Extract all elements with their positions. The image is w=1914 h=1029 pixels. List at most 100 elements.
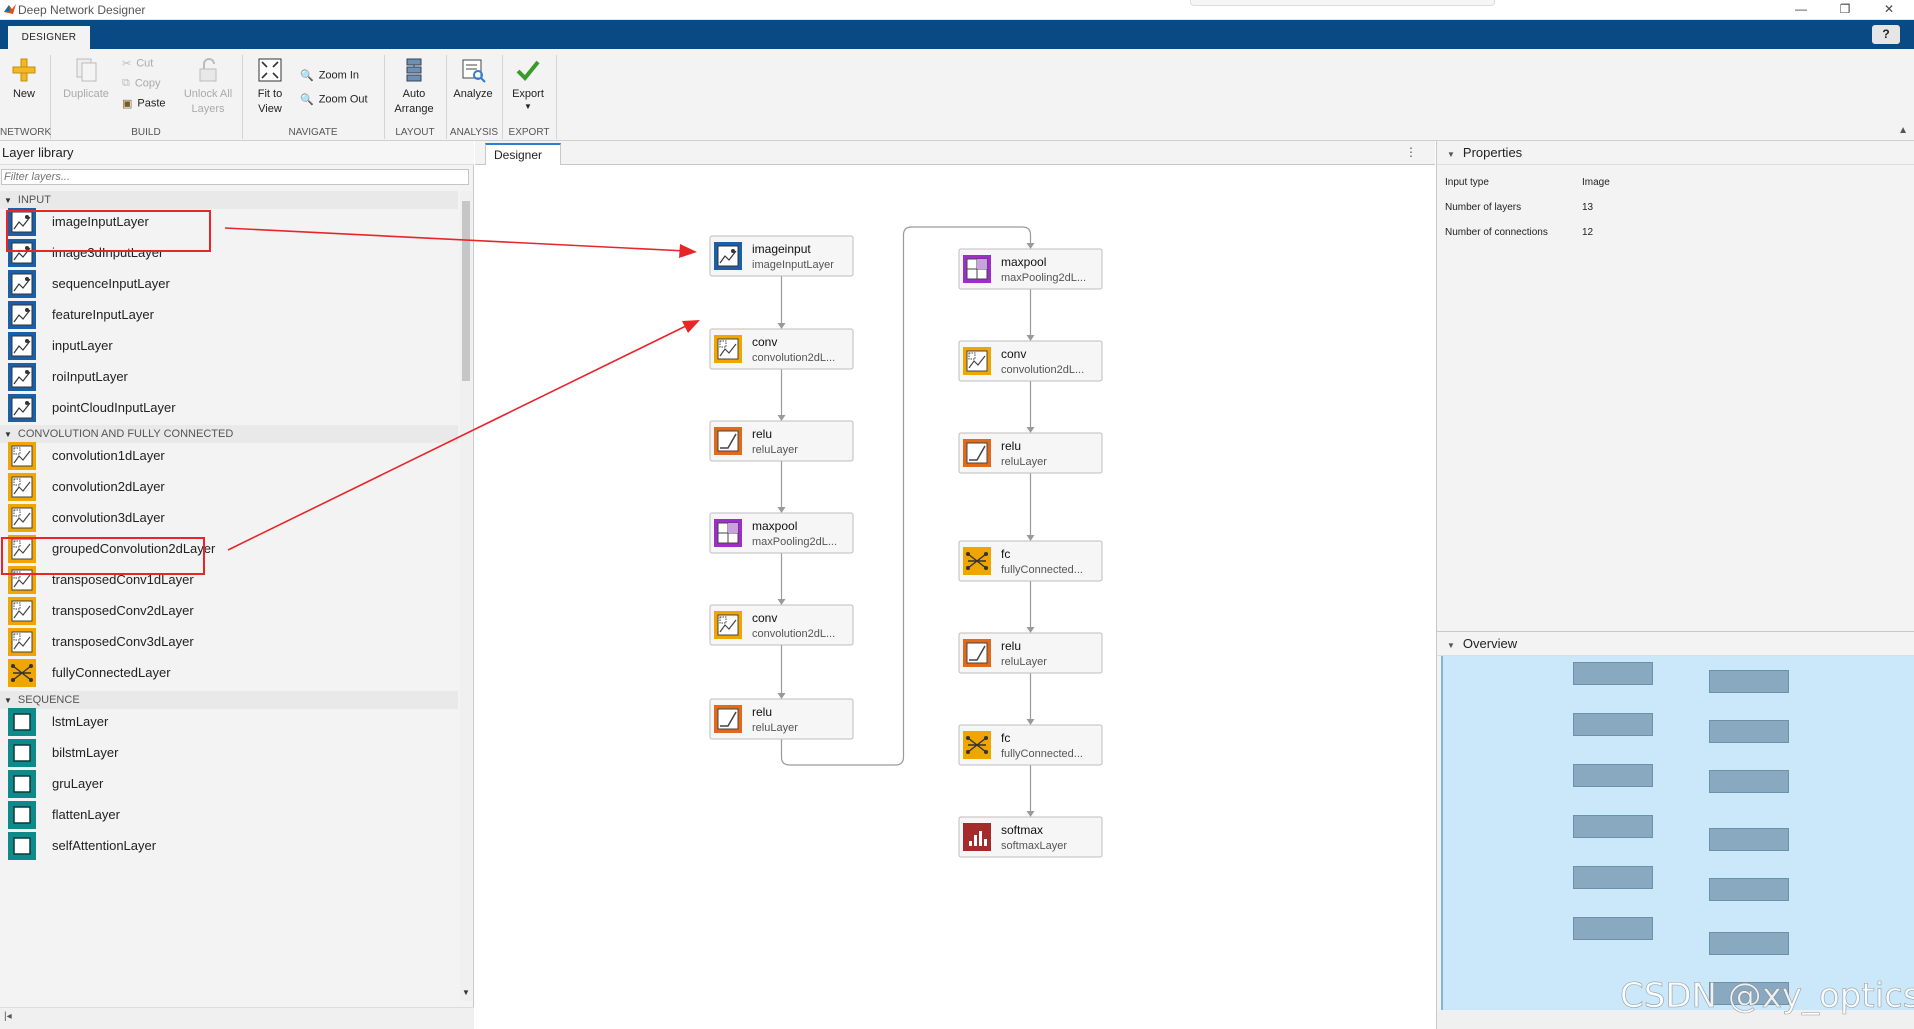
maximize-icon[interactable]: ❐: [1822, 0, 1868, 20]
layer-type-icon: [8, 239, 36, 267]
overview-panel: ▼ Overview: [1436, 631, 1914, 1029]
scroll-left-icon[interactable]: |◂: [4, 1011, 12, 1022]
graph-node-conv[interactable]: conv convolution2dL...: [709, 604, 854, 646]
node-type-icon: [963, 255, 991, 283]
auto-arrange-button[interactable]: Auto Arrange: [388, 57, 440, 117]
layer-item-label: transposedConv1dLayer: [52, 572, 194, 587]
auto-arrange-label: Auto Arrange: [394, 88, 434, 115]
overview-header[interactable]: ▼ Overview: [1437, 632, 1914, 656]
layer-library-title: Layer library: [0, 141, 474, 165]
library-scrollbar[interactable]: ▼: [460, 191, 472, 1001]
overview-node: [1709, 770, 1789, 793]
zoom-in-button[interactable]: 🔍 Zoom In: [300, 69, 359, 82]
overview-node: [1709, 878, 1789, 901]
node-type: convolution2dL...: [752, 352, 835, 364]
zoom-out-button[interactable]: 🔍 Zoom Out: [300, 93, 368, 106]
layer-library-list: ▼ INPUT imageInputLayer image3dInputLayer se…: [0, 191, 458, 1001]
layer-item-label: lstmLayer: [52, 714, 109, 729]
layer-item-fullyConnectedLayer[interactable]: fullyConnectedLayer: [0, 654, 458, 692]
scrollbar-thumb[interactable]: [462, 201, 470, 381]
unlock-all-layers-button[interactable]: Unlock All Layers: [180, 57, 236, 117]
layer-type-icon: [8, 770, 36, 798]
cut-button[interactable]: ✂ Cut: [122, 57, 153, 70]
node-type-icon: [963, 731, 991, 759]
node-type: convolution2dL...: [1001, 364, 1084, 376]
fit-to-view-button[interactable]: Fit to View: [246, 57, 294, 117]
layer-type-icon: [8, 832, 36, 860]
watermark: CSDN @xy_optics: [1620, 976, 1914, 1017]
graph-node-softmax[interactable]: softmax softmaxLayer: [958, 816, 1103, 858]
node-type: reluLayer: [1001, 656, 1047, 668]
layer-item-label: featureInputLayer: [52, 307, 154, 322]
layer-item-label: roiInputLayer: [52, 369, 128, 384]
layer-type-icon: [8, 504, 36, 532]
section-label-navigate: NAVIGATE: [288, 127, 338, 138]
graph-node-fc[interactable]: fc fullyConnected...: [958, 724, 1103, 766]
paste-label: Paste: [137, 97, 166, 110]
minimize-icon[interactable]: —: [1778, 0, 1824, 20]
help-button[interactable]: ?: [1872, 25, 1900, 44]
property-key: Number of layers: [1445, 202, 1522, 213]
export-button[interactable]: Export ▼: [506, 57, 550, 112]
new-button[interactable]: New: [8, 57, 40, 102]
new-label: New: [12, 88, 35, 100]
node-name: conv: [752, 611, 777, 625]
connection-arrowhead: [1026, 811, 1035, 817]
graph-node-relu[interactable]: relu reluLayer: [958, 632, 1103, 674]
new-plus-icon: [12, 58, 36, 82]
library-horizontal-scrollbar[interactable]: |◂: [0, 1007, 474, 1029]
network-graph[interactable]: imageinput imageInputLayer conv convolution…: [475, 141, 1435, 1029]
layer-item-selfAttentionLayer[interactable]: selfAttentionLayer: [0, 827, 458, 865]
tab-designer[interactable]: DESIGNER: [8, 26, 90, 49]
graph-node-maxpool[interactable]: maxpool maxPooling2dL...: [958, 248, 1103, 290]
layer-item-label: transposedConv2dLayer: [52, 603, 194, 618]
copy-button[interactable]: ⧉ Copy: [122, 77, 161, 90]
layer-type-icon: [8, 394, 36, 422]
window-title: Deep Network Designer: [18, 3, 146, 17]
section-label-build: BUILD: [131, 127, 161, 138]
fit-to-view-icon: [258, 58, 282, 82]
node-type: maxPooling2dL...: [1001, 272, 1086, 284]
connection-arrowhead: [1026, 719, 1035, 725]
section-label-layout: LAYOUT: [395, 127, 435, 138]
duplicate-button[interactable]: Duplicate: [56, 57, 116, 102]
zoom-in-label: Zoom In: [318, 69, 360, 82]
graph-node-maxpool[interactable]: maxpool maxPooling2dL...: [709, 512, 854, 554]
overview-node: [1709, 720, 1789, 743]
paste-icon: ▣: [122, 98, 133, 110]
graph-node-fc[interactable]: fc fullyConnected...: [958, 540, 1103, 582]
graph-node-imageinput[interactable]: imageinput imageInputLayer: [709, 235, 854, 277]
graph-node-conv[interactable]: conv convolution2dL...: [709, 328, 854, 370]
layer-item-pointCloudInputLayer[interactable]: pointCloudInputLayer: [0, 389, 458, 427]
node-name: maxpool: [1001, 255, 1046, 269]
graph-node-relu[interactable]: relu reluLayer: [958, 432, 1103, 474]
overview-node: [1709, 932, 1789, 955]
export-checkmark-icon: [516, 60, 540, 81]
paste-button[interactable]: ▣ Paste: [122, 97, 166, 110]
duplicate-icon: [76, 58, 97, 82]
node-type-icon: [714, 611, 742, 639]
layer-type-icon: [8, 708, 36, 736]
property-key: Input type: [1445, 177, 1489, 188]
graph-node-relu[interactable]: relu reluLayer: [709, 420, 854, 462]
node-name: conv: [1001, 347, 1026, 361]
collapse-ribbon-icon[interactable]: ▲: [1898, 125, 1908, 136]
graph-node-conv[interactable]: conv convolution2dL...: [958, 340, 1103, 382]
collapse-triangle-icon: ▼: [1447, 641, 1455, 650]
property-value: 12: [1582, 227, 1594, 238]
graph-node-relu[interactable]: relu reluLayer: [709, 698, 854, 740]
fit-to-view-label: Fit to View: [257, 88, 283, 115]
ribbon-tab-strip: DESIGNER ?: [0, 20, 1914, 49]
overview-minimap[interactable]: [1441, 656, 1914, 1010]
layer-item-label: groupedConvolution2dLayer: [52, 541, 216, 556]
layer-item-label: flattenLayer: [52, 807, 120, 822]
analyze-button[interactable]: Analyze: [450, 57, 496, 102]
scroll-down-icon[interactable]: ▼: [462, 988, 470, 997]
filter-layers-input[interactable]: [1, 169, 469, 185]
node-type: fullyConnected...: [1001, 748, 1083, 760]
close-icon[interactable]: ✕: [1866, 0, 1912, 20]
node-type: reluLayer: [752, 444, 798, 456]
properties-header[interactable]: ▼ Properties: [1437, 141, 1914, 165]
toolstrip: New Duplicate ✂ Cut ⧉ Copy ▣ Paste Unlock A…: [0, 49, 1914, 141]
overview-node: [1573, 917, 1653, 940]
